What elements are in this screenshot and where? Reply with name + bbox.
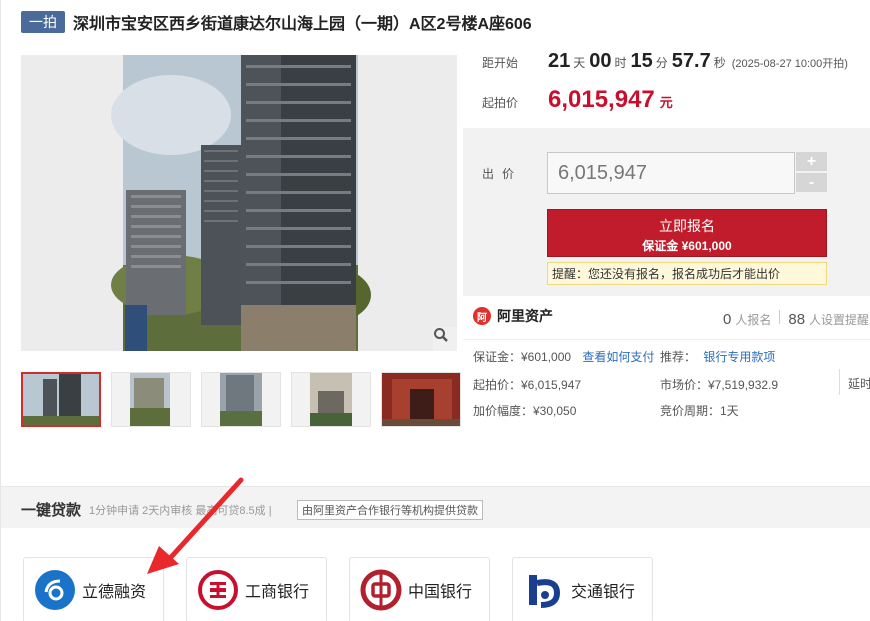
zoom-icon[interactable] (433, 327, 457, 351)
bid-amount-input[interactable]: 6,015,947 (547, 152, 795, 194)
register-reminder: 提醒：您还没有报名，报名成功后才能出价 (547, 262, 827, 285)
bank-name: 立德融资 (82, 584, 147, 601)
thumbnail-5[interactable] (381, 372, 461, 427)
bocom-icon (529, 575, 561, 608)
thumbnail-1[interactable] (21, 372, 101, 427)
register-label: 立即报名 (659, 218, 715, 234)
bank-payment-link[interactable]: 银行专用款项 (703, 350, 775, 364)
start-price-row: 起拍价 6,015,947 元 (482, 86, 673, 114)
market-price: 市场价：¥7,519,932.9 (660, 378, 779, 392)
loan-title: 一键贷款 (21, 502, 82, 519)
start-time-note: (2025-08-27 10:00开拍) (731, 58, 848, 70)
deposit-label: 保证金 ¥601,000 (642, 239, 732, 253)
title-row: 一拍 深圳市宝安区西乡街道康达尔山海上园（一期）A区2号楼A座606 (21, 8, 532, 36)
countdown-hours: 00 (589, 50, 612, 72)
ali-logo-text: 阿里资产 (497, 308, 553, 324)
auction-round-tag: 一拍 (21, 11, 65, 33)
bid-cycle: 竞价周期：1天 (660, 404, 739, 418)
stats-divider (779, 310, 781, 324)
main-photo[interactable] (21, 55, 457, 351)
seconds-unit: 秒 (713, 56, 726, 70)
countdown-label: 距开始 (482, 56, 519, 70)
recommend-info: 推荐： 银行专用款项 (660, 348, 775, 365)
thumbnail-2[interactable] (111, 372, 191, 427)
thumbnail-4[interactable] (291, 372, 371, 427)
deposit-text: 保证金：¥601,000 (473, 350, 572, 364)
start-price-label: 起拍价 (482, 96, 519, 110)
ali-stats: 0 人报名 88 人设置提醒 (723, 310, 869, 328)
minutes-unit: 分 (655, 56, 668, 70)
reminder-label: 人设置提醒 (809, 313, 870, 327)
ali-logo: 阿 阿里资产 (473, 306, 553, 326)
decrease-bid-button[interactable]: - (796, 173, 827, 192)
auction-page: 一拍 深圳市宝安区西乡街道康达尔山海上园（一期）A区2号楼A座606 距开始 2… (0, 0, 870, 621)
recommend-label: 推荐： (660, 350, 697, 364)
countdown-row: 距开始 21 天 00 时 15 分 57.7 秒 (2025-08-27 10… (482, 50, 848, 73)
thumbnail-3[interactable] (201, 372, 281, 427)
thumbnail-strip (21, 372, 471, 427)
bank-card-boc[interactable]: 中国银行 (349, 557, 490, 621)
bid-label: 出价 (482, 167, 523, 181)
start-price-value: 6,015,947 (548, 86, 655, 113)
page-title: 深圳市宝安区西乡街道康达尔山海上园（一期）A区2号楼A座606 (73, 16, 532, 33)
ali-asset-panel: 阿 阿里资产 0 人报名 88 人设置提醒 保证金：¥601,000 查看如何支… (463, 296, 870, 442)
lide-icon (35, 570, 75, 610)
days-unit: 天 (573, 56, 586, 70)
annotation-arrow-icon (147, 477, 244, 574)
how-to-pay-link[interactable]: 查看如何支付 (582, 350, 654, 364)
bid-panel: 出价 6,015,947 + - 立即报名 保证金 ¥601,000 提醒：您还… (463, 128, 870, 296)
registered-label: 人报名 (735, 313, 772, 327)
bank-name: 中国银行 (408, 584, 473, 601)
register-button[interactable]: 立即报名 保证金 ¥601,000 (547, 209, 827, 257)
bank-list: 立德融资 工商银行 中国银行 交通银行 (23, 557, 675, 621)
countdown-days: 21 (548, 50, 571, 72)
increase-bid-button[interactable]: + (796, 152, 827, 171)
bank-name: 交通银行 (571, 584, 636, 601)
ali-header: 阿 阿里资产 0 人报名 88 人设置提醒 (463, 296, 870, 340)
deposit-info: 保证金：¥601,000 查看如何支付 (473, 348, 654, 365)
countdown-seconds: 57.7 (671, 50, 711, 72)
bank-card-bocom[interactable]: 交通银行 (512, 557, 653, 621)
boc-icon (360, 569, 402, 611)
ali-start-price: 起拍价：¥6,015,947 (473, 378, 582, 392)
loan-section-header: 一键贷款 1分钟申请 2天内审核 最高可贷8.5成 | 由阿里资产合作银行等机构… (1, 486, 870, 528)
countdown-minutes: 15 (630, 50, 653, 72)
extend-info: 延时 (839, 369, 870, 395)
ali-logo-icon: 阿 (473, 307, 491, 325)
hours-unit: 时 (614, 56, 627, 70)
registered-count: 0 (723, 311, 732, 328)
reminder-count: 88 (788, 311, 806, 328)
loan-provider-tag: 由阿里资产合作银行等机构提供贷款 (297, 500, 483, 520)
bid-increment: 加价幅度：¥30,050 (473, 404, 577, 418)
bank-name: 工商银行 (245, 584, 310, 601)
price-unit: 元 (659, 95, 673, 110)
